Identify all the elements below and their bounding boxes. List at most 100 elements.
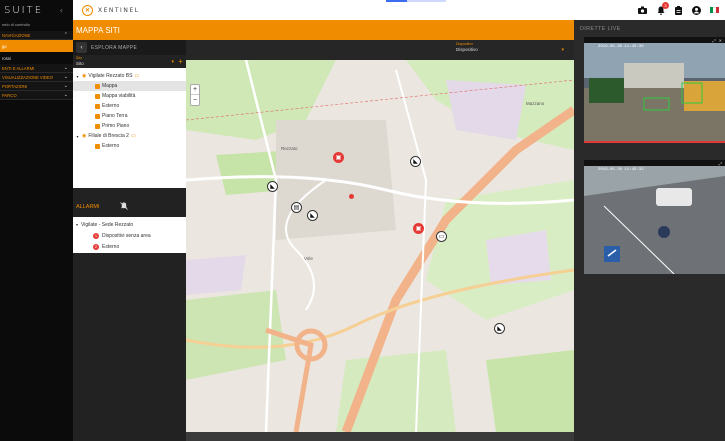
zoom-in-button[interactable]: + xyxy=(191,85,199,95)
alarm-item[interactable]: 2 Esterno xyxy=(73,241,186,252)
close-icon[interactable]: ✕ xyxy=(719,38,722,43)
camera-icon[interactable] xyxy=(638,6,647,15)
tree-node-label: Esterno xyxy=(102,143,120,149)
nav-section-label: ENTI E ALLARMI xyxy=(2,65,35,71)
tree-node-site[interactable]: ▾ ◉ Filiale di Brescia 2 ▭ xyxy=(73,131,186,141)
camera-timestamp: 2019-05-30 11:45:32 xyxy=(598,168,644,172)
brand: SUITE ‹ xyxy=(0,0,73,20)
map-tiles: Rezzato Mazzano Virle xyxy=(186,59,574,434)
camera-feed[interactable]: ⤢ 2019-05-30 11:45:32 xyxy=(584,160,725,274)
site-alarm-marker[interactable]: ▣ xyxy=(333,152,344,163)
caret-down-icon[interactable]: ▾ xyxy=(76,222,78,227)
nav-section-label: PORTAZIONI xyxy=(2,83,28,89)
floorplan-icon xyxy=(95,123,100,129)
nav-section-navigazione[interactable]: NAVIGAZIONE ⌃ xyxy=(0,31,73,40)
bell-off-icon[interactable] xyxy=(119,202,128,212)
camera-marker[interactable]: ◣ xyxy=(410,156,421,167)
floorplan-marker[interactable]: ▤ xyxy=(291,202,302,213)
vehicle-marker[interactable]: ▭ xyxy=(436,231,447,242)
tree-node-label: Esterno xyxy=(102,103,120,109)
tree-node-plan[interactable]: Primo Piano xyxy=(73,121,186,131)
nav-item-rossi[interactable]: rossi xyxy=(0,52,73,64)
location-pin-icon: ◉ xyxy=(82,133,87,139)
map-industrial-area xyxy=(186,255,246,295)
map-footer xyxy=(186,432,574,441)
site-select-label: Sito xyxy=(76,56,83,60)
zoom-out-button[interactable]: − xyxy=(191,95,199,105)
live-title: DIRETTE LIVE xyxy=(580,25,621,32)
italy-flag-icon[interactable] xyxy=(710,7,719,13)
tree-node-map[interactable]: Mappa xyxy=(73,81,186,91)
tree-node-label: Mappa xyxy=(102,83,118,89)
dropdown-caret-icon[interactable]: ▾ xyxy=(561,47,564,53)
logo-text: XENTINEL xyxy=(98,6,140,14)
device-select-label: Dispositivo xyxy=(456,42,473,46)
nav-section-eventi[interactable]: ENTI E ALLARMI ⌄ xyxy=(0,64,73,73)
camera-marker[interactable]: ◣ xyxy=(494,323,505,334)
alarms-title: ALLARMI xyxy=(76,204,100,210)
tree-node-site[interactable]: ▾ ◉ Vigilate Rezzato BS ▭ xyxy=(73,71,186,81)
alarm-item-label: Dispositivi senza area xyxy=(102,232,151,239)
camera-marker[interactable]: ◣ xyxy=(267,181,278,192)
camera-timestamp: 2019-05-30 11:45:30 xyxy=(598,45,644,49)
camera-marker[interactable]: ◣ xyxy=(307,210,318,221)
alarm-group[interactable]: ▾ Vigilate - Sede Rezzato xyxy=(73,219,186,230)
alarm-group-label: Vigilate - Sede Rezzato xyxy=(81,221,134,228)
device-select-value: Dispositivo xyxy=(456,47,478,52)
top-actions: 3 xyxy=(638,1,719,15)
folder-icon: ▭ xyxy=(130,133,136,139)
loading-progress-bar xyxy=(386,0,446,2)
tree-node-plan[interactable]: Piano Terra xyxy=(73,111,186,121)
chevron-down-icon: ⌄ xyxy=(63,92,68,98)
nav-section-parco[interactable]: PARCO ⌄ xyxy=(0,91,73,100)
nav-section-portazioni[interactable]: PORTAZIONI ⌄ xyxy=(0,82,73,91)
floorplan-icon xyxy=(95,143,100,149)
map-icon xyxy=(95,93,100,99)
tree-node-map[interactable]: Mappa viabilità xyxy=(73,91,186,101)
page-title-bar: MAPPA SITI xyxy=(73,20,574,40)
chevron-down-icon: ⌄ xyxy=(63,83,68,89)
map-canvas[interactable]: Rezzato Mazzano Virle + − ▣ ▣ ◣ ◣ ▤ ◣ ▭ … xyxy=(186,59,574,434)
alarms-header: ALLARMI xyxy=(73,197,186,217)
chevron-left-icon[interactable]: ‹ xyxy=(76,42,87,53)
live-panel: DIRETTE LIVE ⤢ ✕ 2019-05-30 11:45:30 ⤢ 2… xyxy=(574,20,725,441)
explorer-title: ESPLORA MAPPE xyxy=(91,44,138,51)
caret-down-icon[interactable]: ▾ xyxy=(75,134,80,139)
tree-node-plan[interactable]: Esterno xyxy=(73,141,186,151)
caret-down-icon[interactable]: ▾ xyxy=(75,74,80,79)
brand-name: SUITE xyxy=(4,4,44,16)
bell-icon[interactable]: 3 xyxy=(656,1,669,15)
yard-vehicle xyxy=(684,81,725,111)
site-alarm-marker[interactable]: ▣ xyxy=(413,223,424,234)
user-icon[interactable] xyxy=(692,5,701,15)
nav-item-mappe[interactable]: ge xyxy=(0,40,73,52)
chevron-down-icon: ⌄ xyxy=(63,65,68,71)
add-site-icon[interactable]: + xyxy=(178,57,183,66)
map-area: Dispositivo Dispositivo ▾ Rezzato Mazzan… xyxy=(186,40,574,441)
site-select[interactable]: Sito Sito ▾ + xyxy=(73,55,186,68)
small-alarm-dot[interactable] xyxy=(349,194,354,199)
place-label-virle: Virle xyxy=(304,256,313,261)
clipboard-icon[interactable] xyxy=(674,5,683,15)
collapse-nav-icon[interactable]: ‹ xyxy=(60,6,65,15)
tree-node-plan[interactable]: Esterno xyxy=(73,101,186,111)
expand-icon[interactable]: ⤢ xyxy=(712,38,715,43)
direction-sign xyxy=(604,246,620,262)
expand-icon[interactable]: ⤢ xyxy=(719,161,722,166)
floorplan-icon xyxy=(95,103,100,109)
floorplan-icon xyxy=(95,113,100,119)
site-tree: ▾ ◉ Vigilate Rezzato BS ▭ Mappa Mappa vi… xyxy=(73,68,186,188)
place-label-mazzano: Mazzano xyxy=(526,101,545,106)
device-select[interactable]: Dispositivo Dispositivo xyxy=(456,42,478,52)
tree-node-label: Mappa viabilità xyxy=(102,93,136,99)
chevron-up-icon: ⌃ xyxy=(63,32,68,38)
page-title: MAPPA SITI xyxy=(76,25,120,35)
road-car xyxy=(656,188,692,206)
nav-item-label: ge xyxy=(2,43,7,49)
nav-section-label: PARCO xyxy=(2,92,17,98)
alarm-item[interactable]: 1 Dispositivi senza area xyxy=(73,230,186,241)
map-green-area xyxy=(486,350,574,432)
yard-container xyxy=(589,78,624,103)
camera-feed[interactable]: ⤢ ✕ 2019-05-30 11:45:30 xyxy=(584,37,725,144)
nav-section-video[interactable]: VISUALIZZAZIONE VIDEO ⌄ xyxy=(0,73,73,82)
